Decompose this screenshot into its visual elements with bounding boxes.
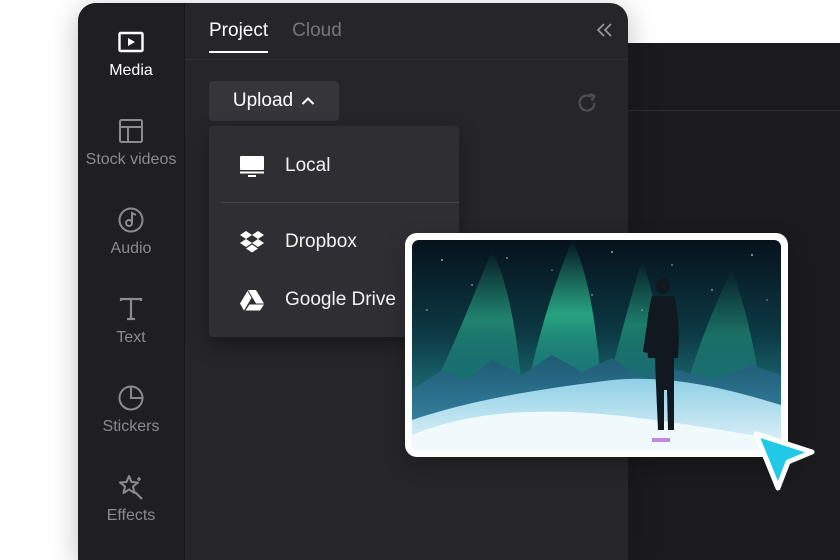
sidebar-item-label: Stickers [102, 418, 160, 435]
stickers-icon [117, 384, 145, 412]
sidebar-item-stickers[interactable]: Stickers [78, 371, 184, 451]
tab-bar: Project Cloud [209, 20, 342, 53]
sidebar-item-label: Text [116, 329, 146, 346]
refresh-icon[interactable] [576, 92, 598, 114]
media-icon [117, 28, 145, 56]
upload-button[interactable]: Upload [209, 81, 339, 121]
sidebar-item-label: Media [109, 62, 153, 79]
sidebar: Media Stock videos Audio Text Stickers E… [78, 3, 185, 560]
sidebar-item-label: Stock videos [85, 151, 177, 168]
sidebar-item-stock-videos[interactable]: Stock videos [78, 104, 184, 184]
menu-item-local[interactable]: Local [209, 141, 459, 191]
menu-item-label: Dropbox [285, 231, 357, 252]
sidebar-item-label: Effects [106, 507, 156, 524]
pointer-cursor-icon [753, 431, 815, 491]
monitor-icon [239, 153, 265, 179]
tab-cloud[interactable]: Cloud [292, 20, 342, 53]
background-divider [600, 110, 840, 111]
stock-videos-icon [117, 117, 145, 145]
chevron-up-icon [301, 90, 315, 112]
menu-item-label: Local [285, 155, 331, 176]
collapse-icon[interactable] [596, 21, 614, 39]
effects-icon [117, 473, 145, 501]
text-icon [117, 295, 145, 323]
sidebar-item-audio[interactable]: Audio [78, 193, 184, 273]
sidebar-item-text[interactable]: Text [78, 282, 184, 362]
sidebar-item-effects[interactable]: Effects [78, 460, 184, 540]
google-drive-icon [239, 287, 265, 313]
sidebar-item-label: Audio [110, 240, 152, 257]
menu-divider [221, 202, 459, 203]
audio-icon [117, 206, 145, 234]
sidebar-item-media[interactable]: Media [78, 15, 184, 95]
media-preview-card[interactable] [405, 233, 788, 457]
dropbox-icon [239, 229, 265, 255]
menu-item-label: Google Drive [285, 289, 396, 310]
tab-project[interactable]: Project [209, 20, 269, 53]
upload-button-label: Upload [232, 90, 294, 111]
aurora-photo [412, 240, 781, 450]
tabs-divider [185, 59, 628, 60]
